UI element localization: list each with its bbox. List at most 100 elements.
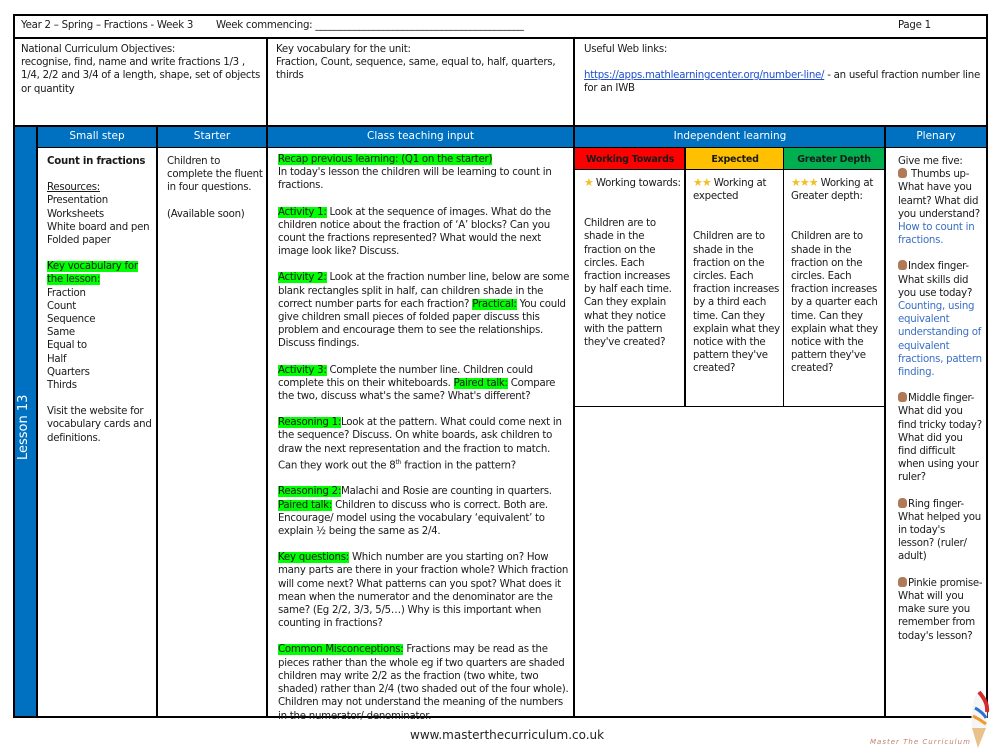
level-label: Working Towards <box>585 154 675 165</box>
reasoning-2-label: Reasoning 2: <box>278 486 342 498</box>
page-number: Page 1 <box>898 20 931 31</box>
objectives-text: recognise, find, name and write fraction… <box>21 57 261 95</box>
vocab-item: Same <box>47 327 75 339</box>
misconceptions-block: Common Misconceptions: Fractions may be … <box>278 643 570 722</box>
level-cell-greater-depth: ★★★ Working at Greater depth: Children a… <box>791 176 881 376</box>
divider <box>884 127 886 716</box>
col-header-starter: Starter <box>193 130 231 142</box>
divider <box>783 148 784 406</box>
divider <box>573 37 575 127</box>
key-questions-block: Key questions: Which number are you star… <box>278 551 570 630</box>
divider <box>266 37 268 127</box>
resource-item: White board and pen <box>47 221 150 233</box>
hand-icon <box>898 576 907 587</box>
plenary-item: Index finger- What skills did you use to… <box>898 260 984 379</box>
lesson-label: Lesson 13 <box>16 394 31 460</box>
vocab-item: Quarters <box>47 366 90 378</box>
plenary-intro: Give me five: <box>898 156 963 167</box>
misconceptions-label: Common Misconceptions: <box>278 644 404 656</box>
level-intro: Working towards: <box>595 178 681 189</box>
divider <box>156 127 158 716</box>
resource-item: Folded paper <box>47 235 111 247</box>
hand-icon <box>898 260 907 271</box>
small-step-title: Count in fractions <box>47 156 146 167</box>
plenary-item: Thumbs up- What have you learnt? What di… <box>898 168 984 247</box>
plenary-question: Pinkie promise- What will you make sure … <box>898 577 983 642</box>
footer-url[interactable]: www.masterthecurriculum.co.uk <box>410 728 604 742</box>
reasoning-2-block: Reasoning 2:Malachi and Rosie are counti… <box>278 485 570 538</box>
activity-1-label: Activity 1: <box>278 206 327 218</box>
practical-label: Practical: <box>472 298 517 310</box>
reasoning-2-text: Malachi and Rosie are counting in quarte… <box>341 486 552 498</box>
vocab-note: Visit the website for vocabulary cards a… <box>47 406 152 444</box>
plenary-question: Middle finger- What did you find tricky … <box>898 393 982 484</box>
objectives-label: National Curriculum Objectives: <box>21 44 176 55</box>
vocab-item: Thirds <box>47 380 77 392</box>
reasoning-1-block: Reasoning 1:Look at the pattern. What co… <box>278 416 570 472</box>
col-header-small-step: Small step <box>69 130 125 142</box>
page-title: Year 2 – Spring – Fractions - Week 3 <box>21 20 194 31</box>
vocab-item: Count <box>47 300 77 312</box>
activity-2-label: Activity 2: <box>278 272 327 284</box>
key-questions-label: Key questions: <box>278 552 349 564</box>
divider <box>36 127 38 716</box>
hand-icon <box>898 168 907 179</box>
col-header-class-teaching: Class teaching input <box>367 130 474 142</box>
vocab-item: Fraction <box>47 287 86 299</box>
level-text: Children are to shade in the fraction on… <box>693 231 780 375</box>
paired-talk-label: Paired talk: <box>453 377 508 389</box>
week-commencing: Week commencing: _______________________… <box>216 20 524 31</box>
divider <box>573 127 575 716</box>
activity-2-block: Activity 2: Look at the fraction number … <box>278 271 570 350</box>
divider <box>266 127 268 716</box>
paired-talk-label: Paired talk: <box>278 499 333 511</box>
web-links-label: Useful Web links: <box>584 44 668 55</box>
star-icon: ★★ <box>693 176 712 189</box>
level-label: Greater Depth <box>797 154 871 165</box>
star-icon: ★★★ <box>791 176 819 189</box>
hand-icon <box>898 392 907 403</box>
recap-label: Recap previous learning: (Q1 on the star… <box>278 154 493 165</box>
plenary-answer: Counting, using equivalent understanding… <box>898 301 982 379</box>
plenary-question: Index finger- What skills did you use to… <box>898 261 973 299</box>
small-step-cell: Count in fractions Resources: Presentati… <box>47 155 153 445</box>
plenary-question: Thumbs up- What have you learnt? What di… <box>898 169 980 220</box>
divider <box>575 406 885 407</box>
vocab-item: Half <box>47 353 67 365</box>
star-icon: ★ <box>584 176 594 189</box>
activity-3-block: Activity 3: Complete the number line. Ch… <box>278 364 570 404</box>
number-line-link[interactable]: https://apps.mathlearningcenter.org/numb… <box>584 70 825 81</box>
lesson-vocab-label: Key vocabulary for the lesson: <box>47 261 138 286</box>
starter-text: Children to complete the fluent in four … <box>167 156 263 194</box>
activity-1-block: Activity 1: Look at the sequence of imag… <box>278 206 570 259</box>
recap-text: In today's lesson the children will be l… <box>278 167 552 192</box>
pencil-logo-icon <box>971 690 990 748</box>
unit-vocab-text: Fraction, Count, sequence, same, equal t… <box>276 57 556 82</box>
hand-icon <box>898 497 907 508</box>
col-header-independent: Independent learning <box>673 130 787 142</box>
plenary-item: Pinkie promise- What will you make sure … <box>898 576 984 643</box>
web-links-cell: Useful Web links: https://apps.mathlearn… <box>584 43 984 96</box>
misconceptions-text: Fractions may be read as the pieces rath… <box>278 644 569 722</box>
vocab-item: Sequence <box>47 314 96 326</box>
footer-logo-text: Master The Curriculum <box>870 738 971 746</box>
plenary-question: Ring finger- What helped you in today's … <box>898 498 981 563</box>
key-questions-text: Which number are you starting on? How ma… <box>278 552 569 630</box>
starter-cell: Children to complete the fluent in four … <box>167 155 263 221</box>
reasoning-1-text-end: fraction in the pattern? <box>401 460 516 472</box>
recap-block: Recap previous learning: (Q1 on the star… <box>278 153 570 193</box>
starter-note: (Available soon) <box>167 208 245 220</box>
divider <box>684 148 686 406</box>
level-text: Children are to shade in the fraction on… <box>791 231 878 375</box>
level-text: Children are to shade in the fraction on… <box>584 218 672 349</box>
level-cell-working-towards: ★ Working towards: Children are to shade… <box>584 176 682 349</box>
vocab-item: Equal to <box>47 340 87 352</box>
resources-label: Resources: <box>47 182 100 194</box>
plenary-answer: How to count in fractions. <box>898 222 975 247</box>
teaching-cell: Recap previous learning: (Q1 on the star… <box>278 153 570 723</box>
resource-item: Worksheets <box>47 208 104 220</box>
level-cell-expected: ★★ Working at expected Children are to s… <box>693 176 781 376</box>
plenary-item: Middle finger- What did you find tricky … <box>898 392 984 484</box>
level-label: Expected <box>711 154 759 165</box>
unit-vocab-cell: Key vocabulary for the unit: Fraction, C… <box>276 43 568 83</box>
